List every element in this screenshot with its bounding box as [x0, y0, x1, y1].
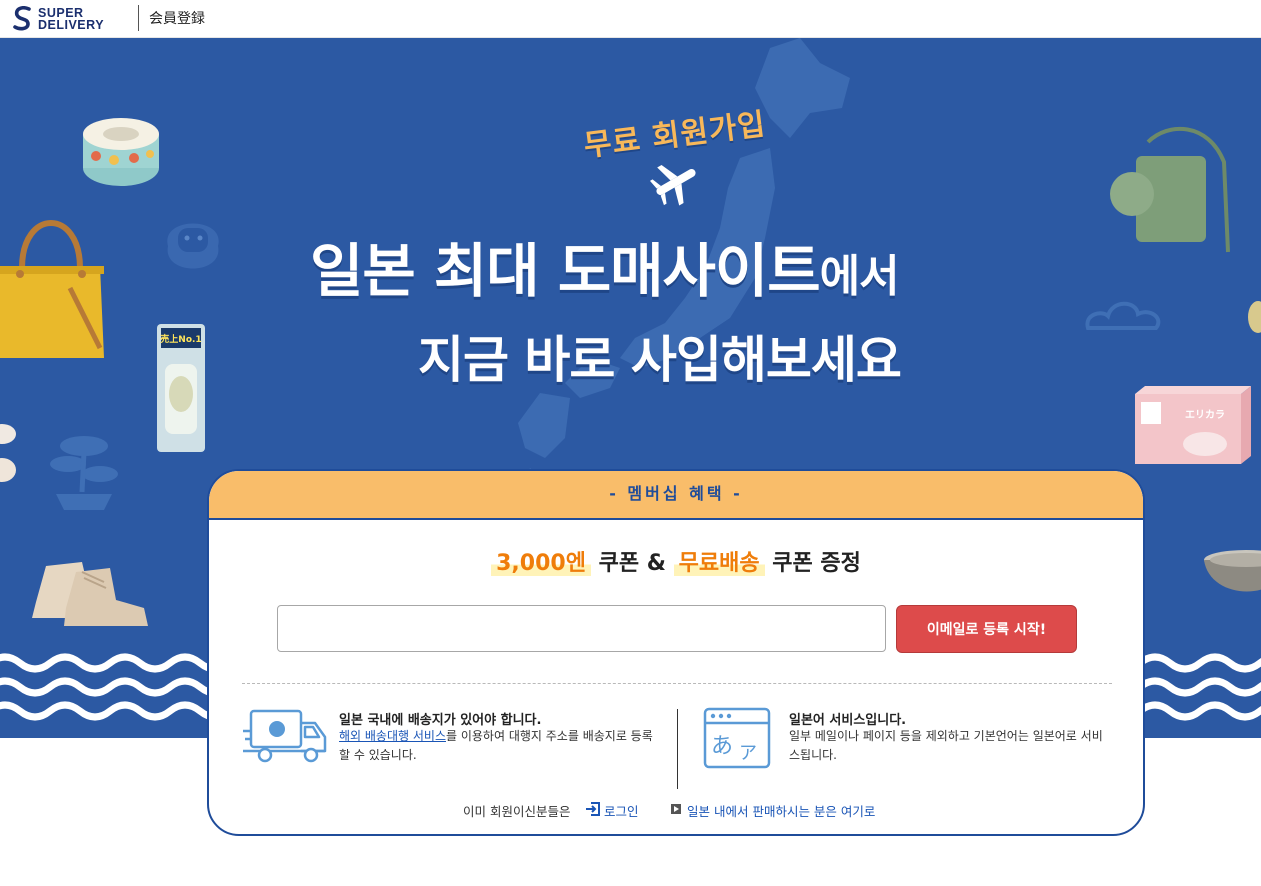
hero-headline: 일본 최대 도매사이트에서: [310, 237, 900, 305]
site-header: SUPER DELIVERY 会員登録: [0, 0, 1261, 38]
shipping-info-title: 일본 국내에 배송지가 있어야 합니다.: [339, 713, 542, 728]
dashed-divider: [242, 683, 1112, 684]
login-link[interactable]: 로그인: [604, 801, 639, 820]
yellow-bag-decoration: [0, 220, 104, 358]
shoe-edge-decoration: [0, 424, 16, 482]
svg-text:ア: ア: [739, 743, 757, 764]
shipping-info-body: 해외 배송대행 서비스를 이용하여 대행지 주소를 배송지로 등록할 수 있습니…: [339, 729, 653, 762]
existing-member-text: 이미 회원이신분들은: [463, 804, 571, 819]
membership-benefits-header: - 멤버십 혜택 -: [209, 471, 1143, 520]
login-icon[interactable]: [585, 802, 600, 816]
super-delivery-logo[interactable]: SUPER DELIVERY: [12, 5, 104, 33]
email-input[interactable]: [277, 605, 886, 652]
header-divider: [138, 5, 139, 31]
mask-box-decoration: エリカラ: [1135, 386, 1251, 464]
arrow-right-icon: [671, 804, 681, 814]
mask-box-label: エリカラ: [1185, 409, 1225, 421]
cloud-decoration: [1085, 301, 1161, 330]
info-divider: [677, 709, 678, 789]
coupon-text-2: 쿠폰 증정: [772, 551, 861, 576]
delivery-truck-icon: [243, 709, 327, 763]
boots-decoration: [32, 562, 148, 626]
overseas-forwarding-service-link[interactable]: 해외 배송대행 서비스: [339, 729, 446, 743]
language-browser-icon: あ ア: [703, 707, 771, 769]
coupon-offer: 3,000엔 쿠폰 & 무료배송 쿠폰 증정: [209, 545, 1143, 577]
free-shipping-label: 무료배송: [673, 551, 765, 576]
item-edge-decoration: [1248, 301, 1261, 333]
svg-text:あ: あ: [711, 734, 733, 759]
green-pouch-decoration: [1110, 127, 1230, 253]
login-row: 이미 회원이신분들은 로그인 일본 내에서 판매하시는 분은 여기로: [209, 799, 1143, 819]
airplane-icon: [650, 164, 696, 206]
coupon-amount: 3,000엔: [491, 551, 591, 576]
membership-card: - 멤버십 혜택 - 3,000엔 쿠폰 & 무료배송 쿠폰 증정 이메일로 등…: [207, 469, 1145, 836]
hero-headline-line2: 지금 바로 사입해보세요: [418, 331, 902, 389]
bowl-decoration: [1204, 550, 1261, 592]
tape-roll-decoration: [83, 118, 159, 186]
language-info-body: 일부 메일이나 페이지 등을 제외하고 기본언어는 일본어로 서비스됩니다.: [789, 729, 1103, 762]
start-email-registration-button[interactable]: 이메일로 등록 시작!: [896, 605, 1077, 653]
page-title: 会員登録: [149, 11, 205, 27]
logo-text-line2: DELIVERY: [38, 18, 105, 32]
deodorant-badge-text: 売上No.1: [160, 333, 201, 345]
deodorant-decoration: 売上No.1: [157, 324, 205, 452]
daruma-decoration: [167, 223, 219, 269]
super-delivery-logo-icon: [13, 6, 31, 31]
bonsai-decoration: [50, 436, 118, 510]
language-info-title: 일본어 서비스입니다.: [789, 713, 907, 728]
coupon-text: 쿠폰 &: [598, 551, 666, 576]
japan-seller-link[interactable]: 일본 내에서 판매하시는 분은 여기로: [687, 801, 875, 820]
